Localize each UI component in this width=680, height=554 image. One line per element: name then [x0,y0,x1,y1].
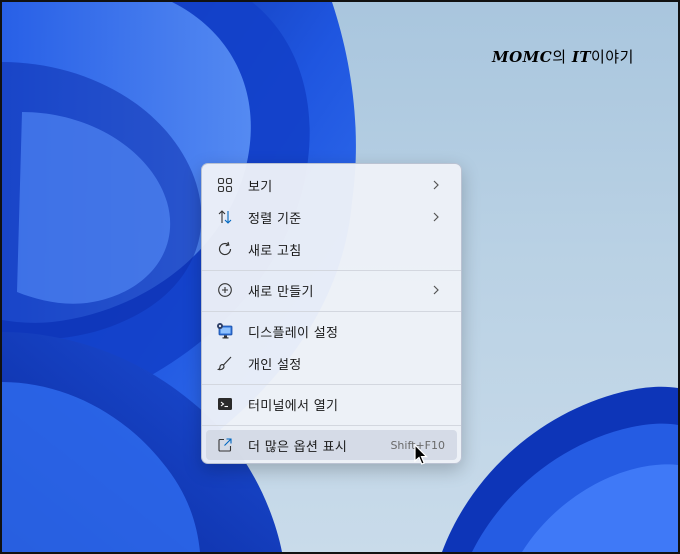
open-external-icon [216,436,234,454]
menu-item-personalize[interactable]: 개인 설정 [206,348,457,378]
menu-item-sort-by[interactable]: 정렬 기준 [206,202,457,232]
menu-item-view[interactable]: 보기 [206,170,457,200]
menu-separator [202,270,461,271]
menu-item-label: 터미널에서 열기 [248,398,339,414]
grid-view-icon [216,176,234,194]
menu-item-label: 디스플레이 설정 [248,325,339,341]
chevron-right-icon [433,212,439,222]
watermark-particle: 의 [552,48,567,66]
chevron-right-icon [433,285,439,295]
menu-separator [202,384,461,385]
brush-icon [216,354,234,372]
terminal-icon [216,395,234,413]
add-circle-icon [216,281,234,299]
menu-item-display-settings[interactable]: 디스플레이 설정 [206,316,457,346]
menu-item-label: 더 많은 옵션 표시 [248,439,348,455]
blog-watermark: MOMC의 IT이야기 [492,46,634,67]
menu-item-new[interactable]: 새로 만들기 [206,275,457,305]
desktop-context-menu: 보기 정렬 기준 새로 고침 새로 만들기 디스플레이 설정 개인 설정 터미널… [201,163,462,464]
display-settings-icon [216,322,234,340]
mouse-pointer-icon [414,444,428,465]
watermark-it: IT [571,48,591,66]
watermark-rest: 이야기 [591,48,634,66]
refresh-icon [216,240,234,258]
menu-item-label: 정렬 기준 [248,211,302,227]
menu-item-open-terminal[interactable]: 터미널에서 열기 [206,389,457,419]
menu-item-refresh[interactable]: 새로 고침 [206,234,457,264]
menu-item-label: 보기 [248,179,273,195]
menu-item-label: 새로 고침 [248,243,302,259]
menu-separator [202,425,461,426]
menu-item-label: 개인 설정 [248,357,302,373]
chevron-right-icon [433,180,439,190]
sort-arrows-icon [216,208,234,226]
menu-item-label: 새로 만들기 [248,284,314,300]
menu-separator [202,311,461,312]
watermark-brand: MOMC [492,48,553,66]
